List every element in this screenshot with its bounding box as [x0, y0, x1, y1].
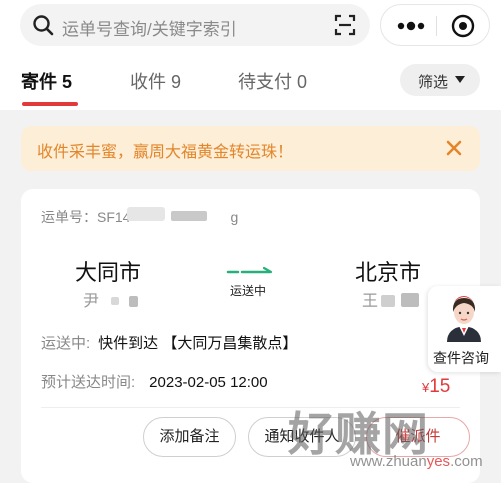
scan-icon[interactable]	[334, 14, 356, 36]
tab-send[interactable]: 寄件 5	[21, 68, 72, 94]
active-tab-indicator	[22, 102, 78, 106]
redacted-sender-part	[111, 297, 119, 305]
card-divider	[41, 407, 460, 408]
support-label: 查件咨询	[433, 350, 489, 366]
tracking-status: 运送中: 快件到达 【大同万昌集散点】	[41, 332, 297, 353]
top-bar: 运单号查询/关键字索引 寄件 5 收件 9 待支付 0 筛选	[0, 0, 501, 110]
search-icon	[33, 15, 54, 36]
redacted-recipient-part	[401, 293, 419, 307]
shipment-card[interactable]: 运单号：SF14 g 大同市 尹 运送中 北京市 王 运送中: 快件到达 【大同万昌…	[21, 189, 480, 483]
sender-name: 尹	[83, 293, 100, 310]
tab-pending-payment-count: 0	[297, 72, 308, 92]
tab-receive-count: 9	[171, 72, 182, 92]
destination-city: 北京市	[355, 260, 422, 285]
redacted-waybill-part	[171, 211, 207, 221]
capsule-divider	[436, 16, 437, 36]
caret-down-icon	[455, 76, 465, 83]
tracking-status-value: 快件到达 【大同万昌集散点】	[98, 335, 298, 352]
tab-pending-payment-label: 待支付	[238, 72, 292, 92]
estimated-delivery-label: 预计送达时间:	[41, 374, 136, 391]
redacted-recipient-part	[381, 295, 395, 307]
tab-send-label: 寄件	[21, 72, 57, 92]
more-icon[interactable]	[397, 20, 425, 32]
urge-delivery-button[interactable]: 催派件	[366, 417, 470, 457]
customer-service-avatar-icon	[447, 296, 481, 342]
tab-receive-label: 收件	[130, 72, 166, 92]
redacted-waybill-part	[127, 207, 165, 221]
filter-button[interactable]: 筛选	[400, 64, 480, 96]
redacted-sender-part	[129, 296, 138, 307]
promo-banner-text: 收件采丰蜜，赢周大福黄金转运珠！	[37, 144, 294, 161]
shipping-price: ¥15	[422, 376, 450, 398]
promo-banner[interactable]: 收件采丰蜜，赢周大福黄金转运珠！	[21, 126, 480, 171]
search-bar[interactable]: 运单号查询/关键字索引	[20, 4, 370, 46]
recipient-name: 王	[362, 293, 379, 310]
route-status: 运送中	[230, 284, 267, 298]
search-input[interactable]: 运单号查询/关键字索引	[62, 15, 237, 40]
estimated-delivery-value: 2023-02-05 12:00	[149, 374, 268, 391]
waybill-label: 运单号：SF14	[41, 209, 131, 225]
notify-recipient-button[interactable]: 通知收件人	[248, 417, 356, 457]
route-arrow-icon	[226, 266, 273, 274]
mini-program-capsule	[380, 4, 490, 46]
support-float-button[interactable]: 查件咨询	[428, 286, 501, 372]
origin-city: 大同市	[75, 260, 142, 285]
close-circle-icon[interactable]	[451, 14, 475, 38]
estimated-delivery: 预计送达时间: 2023-02-05 12:00	[41, 371, 268, 392]
tab-pending-payment[interactable]: 待支付 0	[238, 68, 307, 94]
filter-label: 筛选	[418, 74, 449, 91]
tab-receive[interactable]: 收件 9	[130, 68, 181, 94]
tracking-status-label: 运送中:	[41, 335, 91, 352]
waybill-tail: g	[230, 209, 239, 225]
add-note-button[interactable]: 添加备注	[143, 417, 236, 457]
price-value: 15	[429, 376, 451, 397]
tab-send-count: 5	[62, 72, 73, 92]
close-icon[interactable]	[445, 139, 463, 157]
